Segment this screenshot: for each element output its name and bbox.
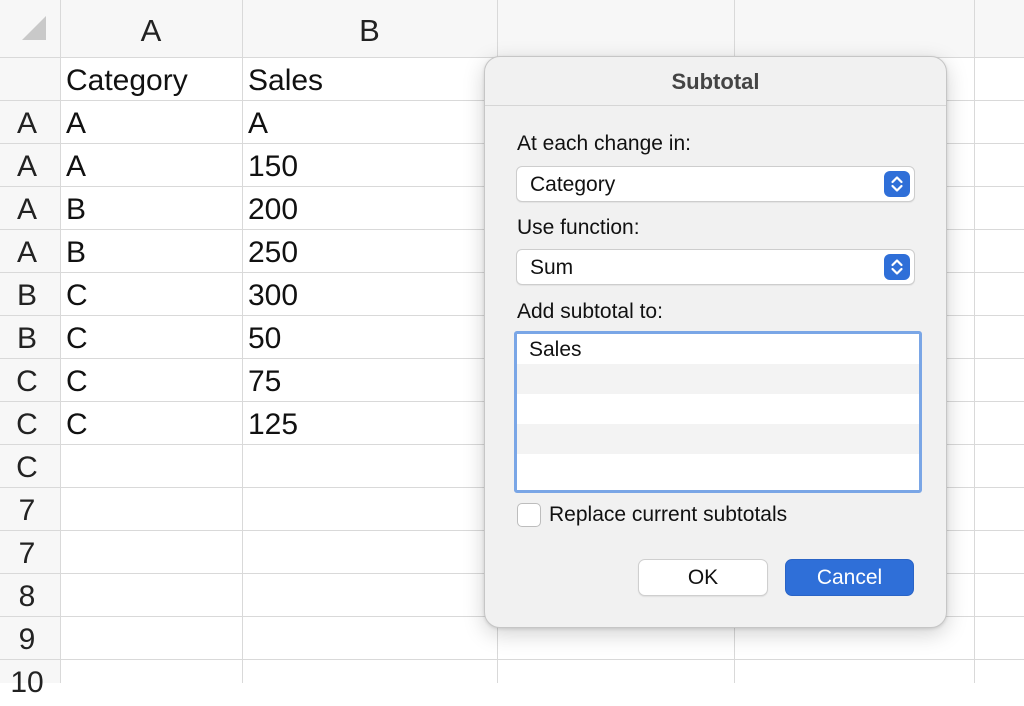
cell-category[interactable]: A [60,144,86,187]
dialog-title: Subtotal [671,69,760,94]
add-subtotal-label: Add subtotal to: [517,300,663,323]
list-row-empty [517,394,919,424]
cell-sales[interactable]: 50 [242,316,281,359]
cell-category[interactable]: C [60,359,88,402]
row-header[interactable]: 10 [0,660,54,703]
cell-category[interactable]: B [60,187,86,230]
row-header[interactable]: B [0,316,54,359]
grid-line [0,659,1024,660]
title-divider [485,105,946,106]
select-all-corner[interactable] [0,0,60,57]
cell-sales[interactable]: 75 [242,359,281,402]
subtotal-dialog: Subtotal At each change in: Category Use… [484,56,947,628]
row-header[interactable]: A [0,187,54,230]
cell-sales[interactable]: A [242,101,268,144]
cell-sales[interactable]: 250 [242,230,298,273]
cell-category[interactable]: A [60,101,86,144]
row-header[interactable]: C [0,445,54,488]
row-header[interactable]: C [0,359,54,402]
up-down-chevron-icon[interactable] [884,254,910,280]
row-header[interactable]: 9 [0,617,54,660]
cancel-button[interactable]: Cancel [785,559,914,596]
up-down-chevron-icon[interactable] [884,171,910,197]
column-header-b[interactable]: B [242,0,497,57]
list-item-label: Sales [529,338,582,361]
add-subtotal-list[interactable]: Sales [514,331,922,493]
row-header[interactable]: A [0,230,54,273]
row-header[interactable]: 7 [0,488,54,531]
row-header[interactable]: 7 [0,531,54,574]
cell-sales[interactable]: 200 [242,187,298,230]
row-header[interactable]: A [0,101,54,144]
cell-header-category[interactable]: Category [60,58,188,101]
list-row-empty [517,424,919,454]
replace-subtotals-checkbox[interactable] [517,503,541,527]
row-header[interactable]: B [0,273,54,316]
use-function-select[interactable]: Sum [516,249,915,285]
use-function-label: Use function: [517,216,640,239]
row-header[interactable]: C [0,402,54,445]
select-all-triangle-icon [22,16,46,40]
list-row-empty [517,364,919,394]
replace-subtotals-label[interactable]: Replace current subtotals [549,501,787,529]
change-in-value: Category [530,173,616,196]
list-item-sales[interactable]: Sales [517,334,919,364]
cell-sales[interactable]: 300 [242,273,298,316]
cell-category[interactable]: C [60,402,88,445]
grid-line [974,0,975,683]
list-row-empty [517,454,919,484]
row-header[interactable]: 8 [0,574,54,617]
column-header-a[interactable]: A [60,0,242,57]
change-in-select[interactable]: Category [516,166,915,202]
cell-category[interactable]: B [60,230,86,273]
cell-category[interactable]: C [60,316,88,359]
use-function-value: Sum [530,256,574,279]
cell-sales[interactable]: 150 [242,144,298,187]
ok-button[interactable]: OK [638,559,768,596]
change-in-label: At each change in: [517,132,691,155]
row-header[interactable]: A [0,144,54,187]
cell-sales[interactable]: 125 [242,402,298,445]
cell-category[interactable]: C [60,273,88,316]
cell-header-sales[interactable]: Sales [242,58,323,101]
